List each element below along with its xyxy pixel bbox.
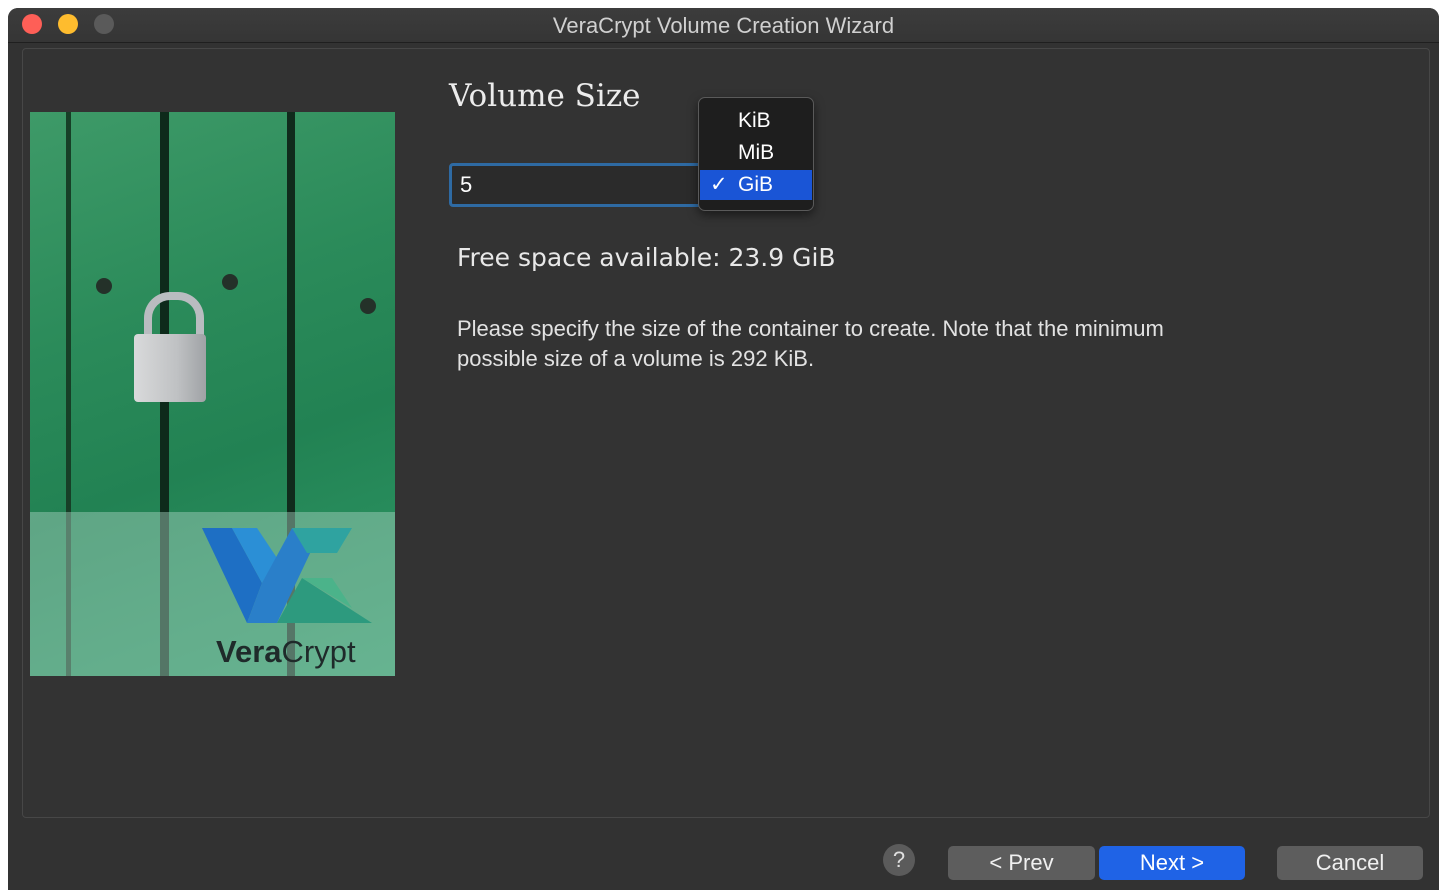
- help-button[interactable]: ?: [883, 844, 915, 876]
- veracrypt-illustration: VeraCrypt: [30, 112, 395, 676]
- title-bar: VeraCrypt Volume Creation Wizard: [8, 8, 1439, 43]
- padlock-icon: [134, 334, 206, 402]
- veracrypt-logo-icon: [202, 528, 372, 623]
- cancel-button[interactable]: Cancel: [1277, 846, 1423, 880]
- unit-option-gib[interactable]: ✓ GiB: [700, 170, 812, 200]
- unit-dropdown-menu[interactable]: KiB MiB ✓ GiB: [698, 97, 814, 211]
- checkmark-icon: ✓: [710, 173, 728, 196]
- prev-button[interactable]: < Prev: [948, 846, 1095, 880]
- veracrypt-logo-text: VeraCrypt: [216, 634, 356, 669]
- unit-option-kib[interactable]: KiB: [700, 106, 812, 136]
- next-button[interactable]: Next >: [1099, 846, 1245, 880]
- unit-option-mib[interactable]: MiB: [700, 138, 812, 168]
- size-description: Please specify the size of the container…: [457, 316, 1164, 371]
- wizard-window: VeraCrypt Volume Creation Wizard VeraCry…: [8, 8, 1439, 890]
- page-title: Volume Size: [449, 78, 641, 114]
- free-space-label: Free space available: 23.9 GiB: [457, 243, 836, 272]
- window-title: VeraCrypt Volume Creation Wizard: [552, 13, 895, 38]
